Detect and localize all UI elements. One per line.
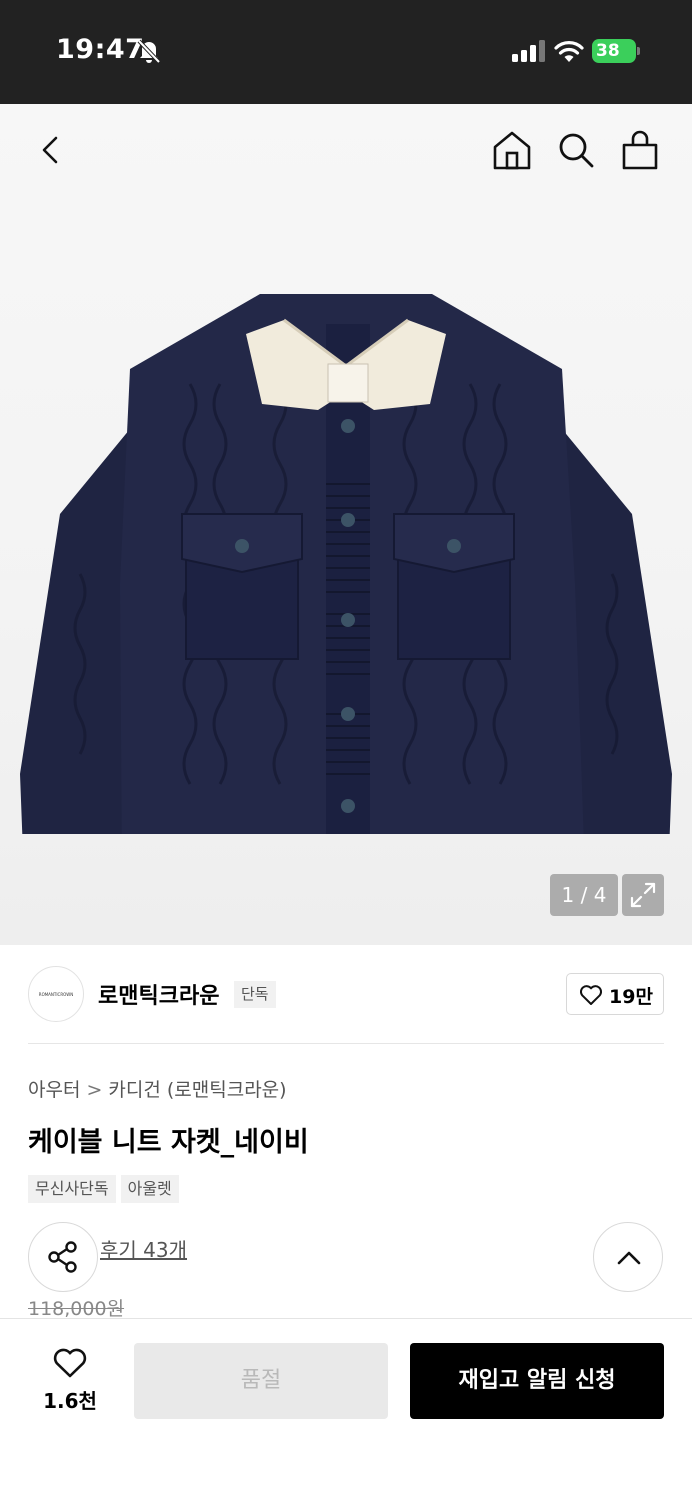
back-arrow-icon — [42, 136, 58, 164]
wifi-icon — [554, 41, 584, 62]
original-price: 118,000원 — [28, 1298, 125, 1320]
wishlist-count: 1.6천 — [43, 1389, 97, 1413]
back-button[interactable] — [28, 128, 72, 172]
breadcrumb-item-category[interactable]: 아우터 — [28, 1075, 80, 1102]
search-icon — [559, 133, 594, 168]
product-tags: 무신사단독 아울렛 — [28, 1175, 184, 1203]
product-image — [20, 294, 672, 834]
expand-image-button[interactable] — [622, 874, 664, 916]
share-button[interactable] — [28, 1222, 98, 1292]
status-bar: 19:47 38 — [0, 0, 692, 104]
product-tag: 무신사단독 — [28, 1175, 116, 1203]
product-image-gallery[interactable]: 1 / 4 — [0, 104, 692, 945]
battery-cap — [637, 47, 640, 55]
restock-alert-button[interactable]: 재입고 알림 신청 — [410, 1343, 664, 1419]
brand-like-count: 19만 — [609, 986, 653, 1008]
heart-icon — [579, 985, 603, 1005]
battery-indicator: 38 — [592, 39, 640, 63]
home-icon — [493, 131, 531, 170]
image-page-counter: 1 / 4 — [550, 874, 618, 916]
home-button[interactable] — [490, 128, 534, 172]
search-button[interactable] — [554, 128, 598, 172]
brand-logo[interactable]: ROMANTICROWN — [28, 966, 84, 1022]
cellular-signal-icon — [512, 40, 545, 62]
status-time: 19:47 — [56, 34, 145, 65]
sold-out-button: 품절 — [134, 1343, 388, 1419]
breadcrumb-separator: > — [86, 1079, 103, 1101]
bell-muted-icon — [137, 39, 161, 64]
shopping-bag-icon — [622, 130, 658, 170]
wishlist-button[interactable]: 1.6천 — [34, 1343, 106, 1417]
brand-like-button[interactable]: 19만 — [566, 973, 664, 1015]
product-title: 케이블 니트 자켓_네이비 — [28, 1127, 309, 1158]
share-icon — [48, 1241, 77, 1273]
review-link[interactable]: 후기 43개 — [100, 1234, 187, 1263]
chevron-up-icon — [617, 1251, 641, 1265]
cart-button[interactable] — [618, 128, 662, 172]
category-breadcrumb: 아우터 > 카디건 (로맨틱크라운) — [28, 1075, 287, 1102]
battery-level: 38 — [592, 39, 636, 63]
breadcrumb-item-subcategory[interactable]: 카디건 (로맨틱크라운) — [108, 1075, 286, 1102]
scroll-to-top-button[interactable] — [593, 1222, 663, 1292]
section-divider — [28, 1043, 664, 1044]
brand-exclusive-badge: 단독 — [234, 981, 276, 1008]
bottom-action-bar: 1.6천 품절 재입고 알림 신청 — [0, 1318, 692, 1500]
expand-icon — [630, 882, 656, 908]
product-tag: 아울렛 — [120, 1175, 179, 1203]
brand-name[interactable]: 로맨틱크라운 — [98, 978, 219, 1010]
heart-icon — [53, 1348, 87, 1378]
